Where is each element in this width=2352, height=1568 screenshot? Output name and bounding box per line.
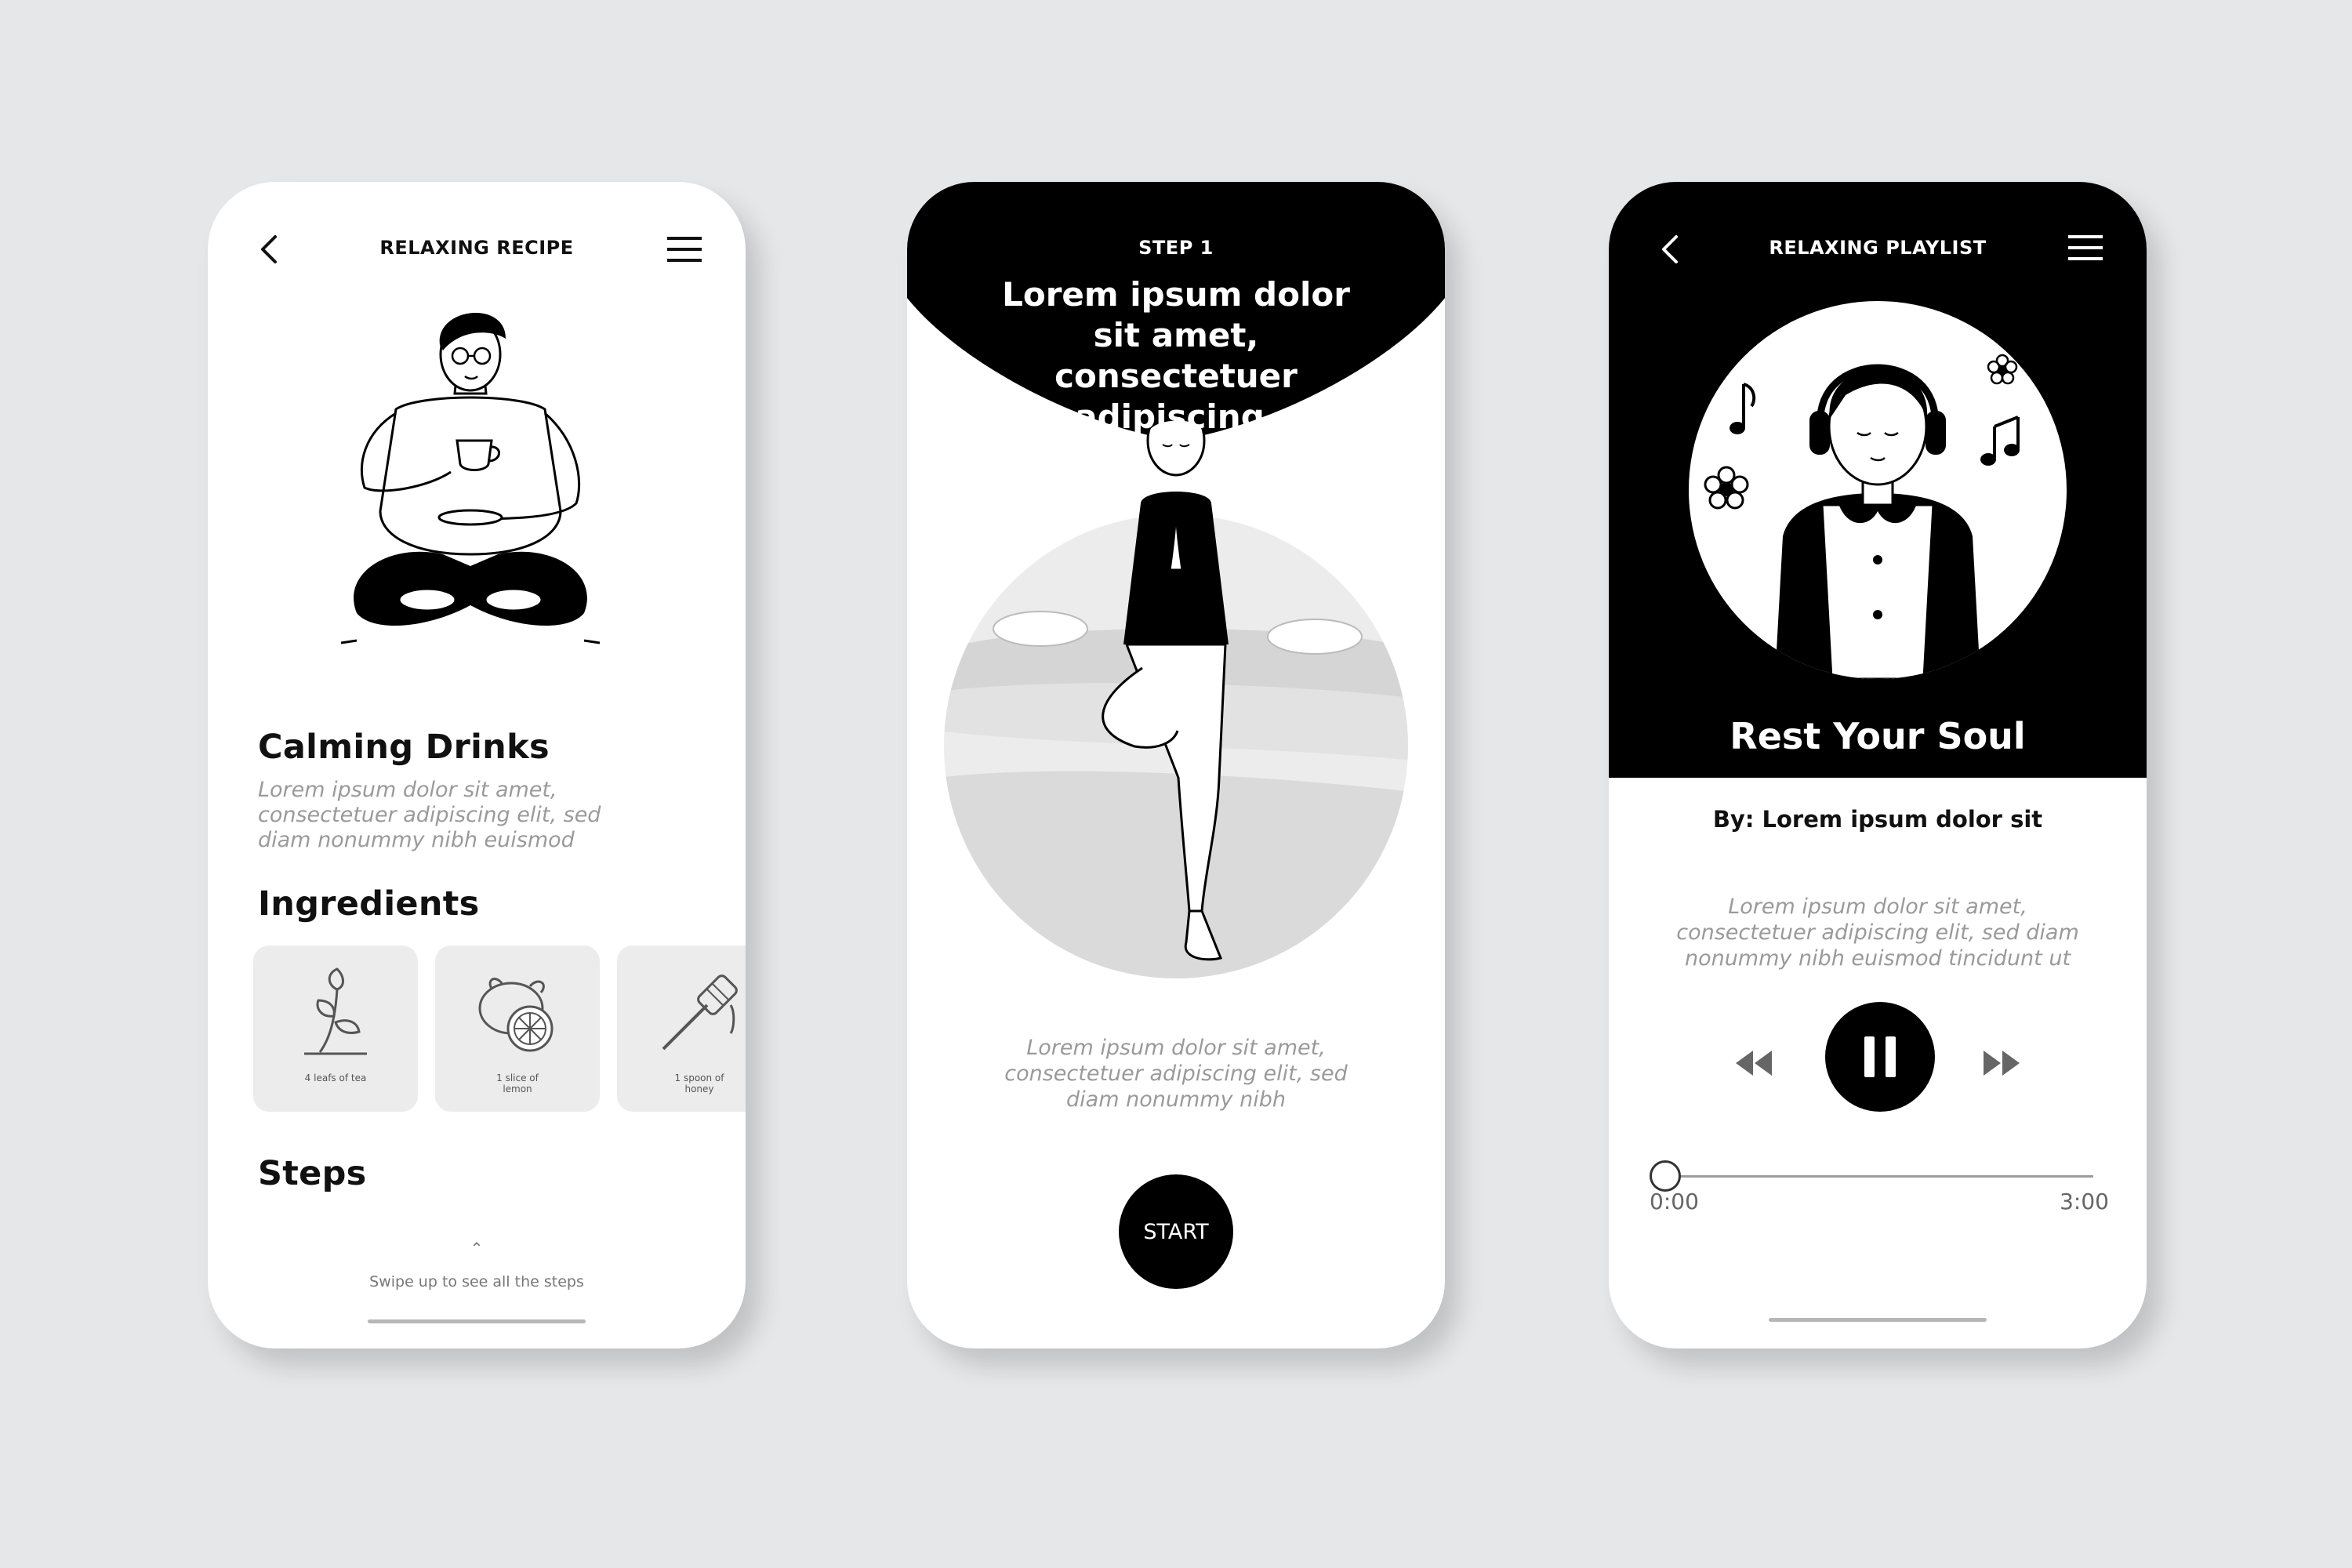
ingredient-card[interactable]: 1 spoon of honey [617,946,746,1112]
total-time: 3:00 [2060,1189,2109,1214]
ingredients-list: 4 leafs of tea 1 slice of lemon 1 spoon … [253,946,746,1112]
current-time: 0:00 [1650,1189,1699,1214]
swipe-hint: Swipe up to see all the steps [369,1273,584,1290]
recipe-heading: Calming Drinks [258,728,550,767]
pause-icon [1864,1036,1896,1077]
menu-icon[interactable] [661,226,708,273]
step-heading: Lorem ipsum dolor sit amet, consectetuer… [1002,275,1350,436]
playlist-screen: RELAXING PLAYLIST Rest Your Soul By: Lor… [1609,182,2147,1348]
track-title: Rest Your Soul [1730,715,2026,757]
step-screen: STEP 1 Lorem ipsum dolor sit amet, conse… [907,182,1445,1348]
ingredient-card[interactable]: 1 slice of lemon [435,946,600,1112]
track-artist: By: Lorem ipsum dolor sit [1712,806,2043,833]
track-description: Lorem ipsum dolor sit amet, consectetuer… [1676,895,2079,971]
fast-forward-icon[interactable] [1982,1047,2021,1079]
start-button[interactable]: START [1119,1174,1233,1289]
ingredients-heading: Ingredients [258,884,480,924]
recipe-screen: RELAXING RECIPE Calming Drinks Lorem ips… [208,182,746,1348]
meditating-man-illustration [340,312,601,644]
home-indicator[interactable] [1769,1318,1987,1322]
progress-knob[interactable] [1650,1160,1681,1192]
ingredient-label: 1 spoon of honey [674,1073,724,1094]
ingredient-label: 4 leafs of tea [304,1073,367,1083]
progress-slider[interactable] [1650,1160,2093,1192]
step-description: Lorem ipsum dolor sit amet, consectetuer… [1004,1036,1348,1112]
pause-button[interactable] [1825,1002,1935,1112]
woman-headphones-illustration [1689,301,2067,679]
rewind-icon[interactable] [1734,1047,1773,1079]
honey-dipper-icon [662,975,738,1051]
steps-heading: Steps [258,1154,367,1193]
progress-track [1665,1175,2093,1178]
chevron-up-icon[interactable]: ⌃ [208,1239,746,1258]
step-label: STEP 1 [1138,237,1214,259]
ingredient-card[interactable]: 4 leafs of tea [253,946,418,1112]
menu-icon[interactable] [2062,226,2109,273]
ingredient-label: 1 slice of lemon [496,1073,539,1094]
recipe-description: Lorem ipsum dolor sit amet, consectetuer… [258,778,601,852]
lemon-icon [478,978,554,1052]
tea-leaf-icon [304,967,367,1055]
home-indicator[interactable] [368,1319,586,1323]
